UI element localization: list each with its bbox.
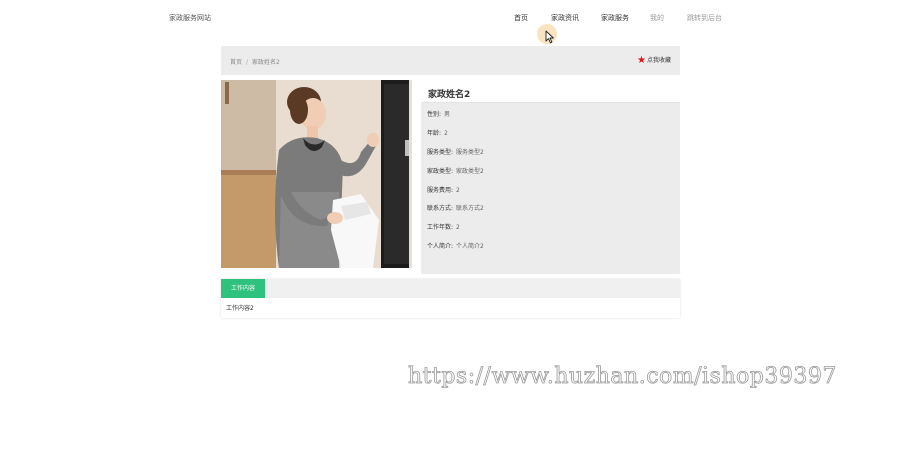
detail-fields: 性别: 男 年龄: 2 服务类型: 服务类型2 家政类型: 家政类型2 服务费用: 2 联… xyxy=(427,110,484,261)
breadcrumb-separator: / xyxy=(246,59,249,66)
field-label: 服务类型: xyxy=(427,148,454,156)
favorite-button[interactable]: ★点我收藏 xyxy=(637,55,671,66)
mouse-cursor-icon xyxy=(545,30,554,44)
detail-panel: 家政姓名2 性别: 男 年龄: 2 服务类型: 服务类型2 家政类型: 家政类型2 服务… xyxy=(421,80,680,274)
breadcrumb: 首页 / 家政姓名2 xyxy=(230,57,280,66)
field-service-type: 服务类型: 服务类型2 xyxy=(427,148,484,167)
field-value: 男 xyxy=(444,111,451,118)
watermark-text: https://www.huzhan.com/ishop39397 xyxy=(408,364,837,390)
breadcrumb-current: 家政姓名2 xyxy=(252,59,280,66)
nav-admin[interactable]: 跳转到后台 xyxy=(687,13,722,23)
work-content-panel: 工作内容 工作内容2 xyxy=(221,279,680,318)
field-value: 服务类型2 xyxy=(456,148,484,156)
tab-strip: 工作内容 xyxy=(221,279,680,298)
tab-content: 工作内容2 xyxy=(226,305,254,312)
field-housekeeping-type: 家政类型: 家政类型2 xyxy=(427,167,484,186)
field-bio: 个人简介: 个人简介2 xyxy=(427,242,484,261)
field-value: 个人简介2 xyxy=(456,243,484,251)
field-label: 年龄: xyxy=(427,129,442,137)
field-age: 年龄: 2 xyxy=(427,129,484,148)
favorite-label: 点我收藏 xyxy=(646,57,671,64)
field-work-years: 工作年数: 2 xyxy=(427,223,484,242)
breadcrumb-bar: 首页 / 家政姓名2 ★点我收藏 xyxy=(221,46,680,75)
detail-title: 家政姓名2 xyxy=(428,90,471,100)
breadcrumb-home[interactable]: 首页 xyxy=(230,59,242,66)
field-label: 个人简介: xyxy=(427,243,454,251)
field-contact: 联系方式: 联系方式2 xyxy=(427,204,484,223)
field-service-fee: 服务费用: 2 xyxy=(427,186,484,205)
housekeeper-photo xyxy=(221,80,412,268)
field-value: 2 xyxy=(456,186,460,194)
field-gender: 性别: 男 xyxy=(427,110,484,129)
field-label: 性别: xyxy=(427,111,442,118)
field-value: 2 xyxy=(456,224,460,232)
nav-news[interactable]: 家政资讯 xyxy=(551,13,579,23)
field-value: 家政类型2 xyxy=(456,167,484,175)
star-icon: ★ xyxy=(637,55,646,66)
field-value: 2 xyxy=(444,129,448,137)
detail-header: 家政姓名2 xyxy=(421,80,680,103)
tab-work-content[interactable]: 工作内容 xyxy=(221,279,265,298)
field-label: 工作年数: xyxy=(427,224,454,232)
field-label: 家政类型: xyxy=(427,167,454,175)
nav-services[interactable]: 家政服务 xyxy=(601,13,629,23)
nav-mine[interactable]: 我的 xyxy=(650,13,664,23)
nav-home[interactable]: 首页 xyxy=(514,13,528,23)
main-nav: 首页 家政资讯 家政服务 我的 跳转到后台 xyxy=(0,13,900,25)
top-navbar: 家政服务网站 首页 家政资讯 家政服务 我的 跳转到后台 xyxy=(0,0,900,36)
field-label: 联系方式: xyxy=(427,205,454,213)
field-label: 服务费用: xyxy=(427,186,454,194)
field-value: 联系方式2 xyxy=(456,205,484,213)
